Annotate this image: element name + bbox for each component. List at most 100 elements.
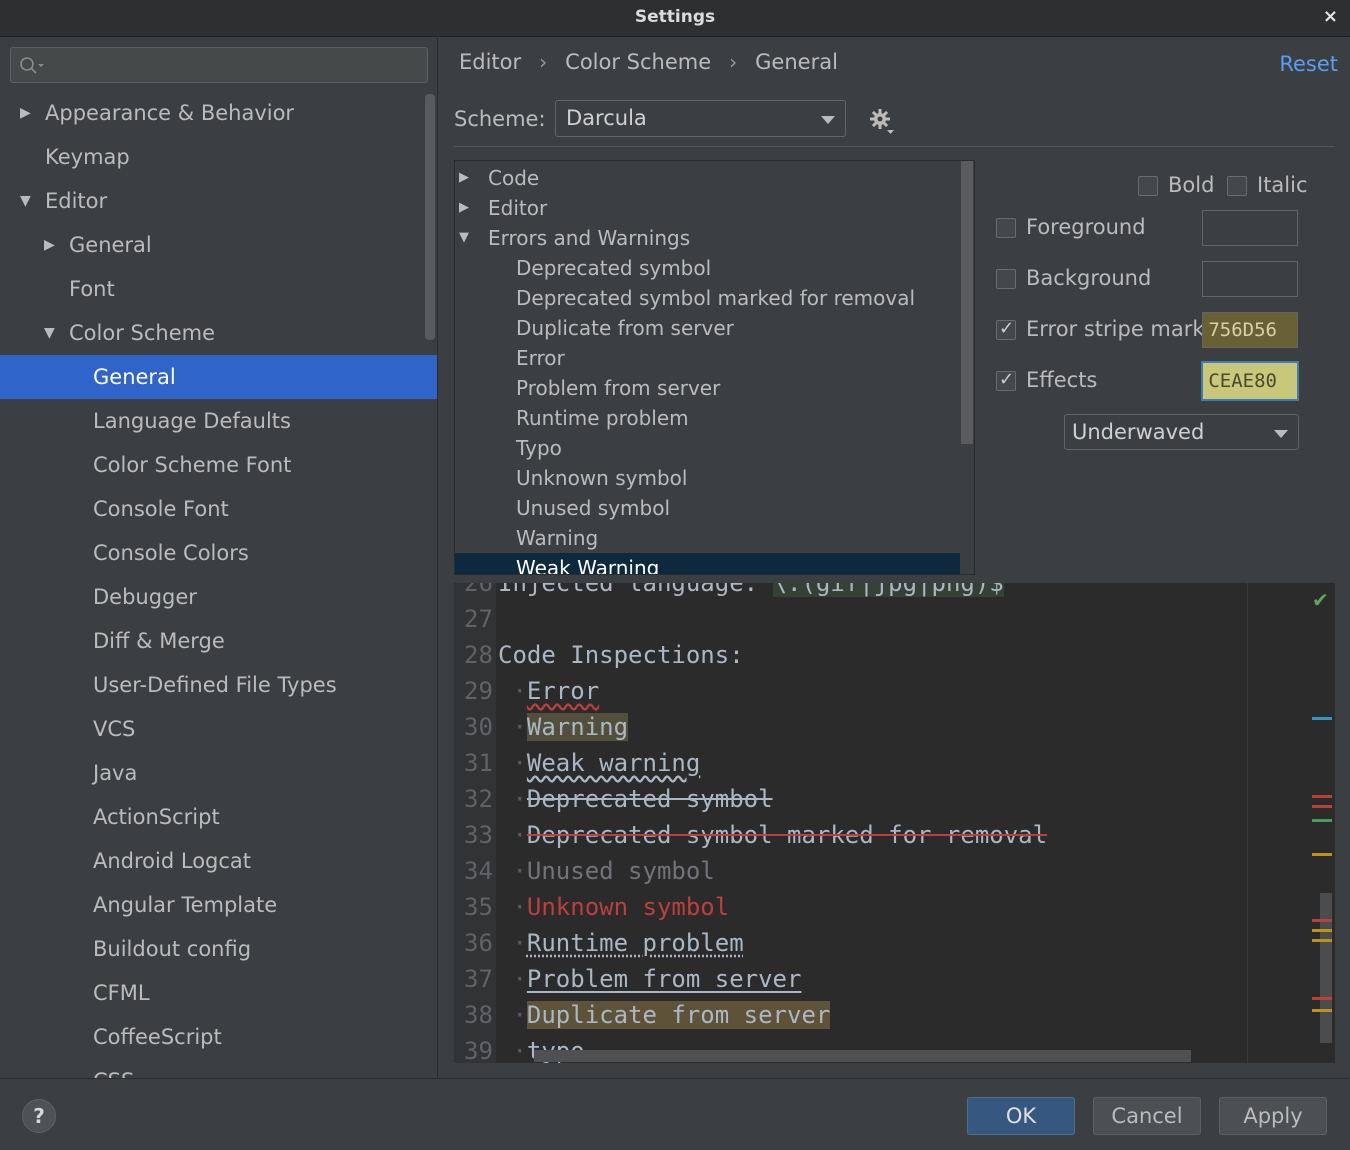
expand-arrow-icon[interactable]: ▶ [44,223,55,267]
sidebar-item[interactable]: Angular Template [0,883,437,927]
attribute-item[interactable]: Warning [455,523,960,553]
sidebar-item[interactable]: General [0,355,437,399]
error-stripe-mark[interactable] [1312,939,1332,942]
close-icon[interactable]: × [1323,6,1338,27]
error-stripe-mark[interactable] [1312,929,1332,932]
code-text: Code Inspections: [498,637,744,673]
scheme-value: Darcula [566,106,647,130]
error-stripe-mark[interactable] [1312,1009,1332,1012]
attribute-item[interactable]: ▶ Editor [455,193,960,223]
line-number: 32 [464,785,493,813]
attribute-item[interactable]: ▼ Errors and Warnings [455,223,960,253]
foreground-color-field[interactable] [1202,210,1298,246]
bold-checkbox[interactable] [1138,176,1158,196]
foreground-checkbox[interactable] [996,218,1016,238]
effects-color-field[interactable]: CEAE80 [1201,361,1299,401]
sidebar-item[interactable]: Language Defaults [0,399,437,443]
sidebar-item[interactable]: Keymap [0,135,437,179]
sidebar-item[interactable]: ▼ Editor [0,179,437,223]
expand-arrow-icon[interactable]: ▶ [20,91,31,135]
code-line: 28 Code Inspections: [454,637,1254,673]
breadcrumb-item-color-scheme[interactable]: Color Scheme [565,50,711,74]
whitespace-marker: · [498,929,527,957]
sidebar-item[interactable]: CoffeeScript [0,1015,437,1059]
sidebar-item-label: Font [69,277,115,301]
sidebar-item-label: Keymap [45,145,130,169]
attribute-item[interactable]: Unknown symbol [455,463,960,493]
sidebar-item[interactable]: ▶ General [0,223,437,267]
error-stripe-mark[interactable] [1312,919,1332,922]
attributes-scrollbar[interactable] [961,161,973,444]
attribute-item[interactable]: Duplicate from server [455,313,960,343]
sidebar-item-label: Buildout config [93,937,252,961]
inspection-ok-icon[interactable]: ✔ [1312,588,1329,612]
error-stripe-mark[interactable] [1312,717,1332,720]
reset-link[interactable]: Reset [1279,52,1338,76]
sidebar-item[interactable]: Android Logcat [0,839,437,883]
expand-arrow-icon[interactable]: ▶ [459,163,469,193]
search-input[interactable] [10,47,428,83]
collapse-arrow-icon[interactable]: ▼ [44,311,55,355]
attribute-item[interactable]: Weak Warning [455,553,960,574]
effects-checkbox[interactable] [996,369,1016,391]
attribute-item[interactable]: Unused symbol [455,493,960,523]
sidebar-item-label: Debugger [93,585,197,609]
sidebar-item[interactable]: CFML [0,971,437,1015]
error-stripe-mark[interactable] [1312,853,1332,856]
code-text: ·Problem from server [498,961,801,997]
code-line: 30 ·Warning [454,709,1254,745]
attribute-item[interactable]: ▶ Code [455,163,960,193]
sidebar-item[interactable]: ActionScript [0,795,437,839]
error-stripe-color-field[interactable]: 756D56 [1202,312,1298,348]
attribute-item[interactable]: Runtime problem [455,403,960,433]
preview-horizontal-scrollbar[interactable] [534,1050,1191,1062]
apply-button[interactable]: Apply [1219,1097,1327,1135]
sidebar-item[interactable]: ▶ Appearance & Behavior [0,91,437,135]
sidebar-item[interactable]: ▼ Color Scheme [0,311,437,355]
background-color-field[interactable] [1202,261,1298,297]
background-checkbox[interactable] [996,269,1016,289]
collapse-arrow-icon[interactable]: ▼ [459,223,469,253]
sidebar-item[interactable]: Debugger [0,575,437,619]
scheme-dropdown[interactable]: Darcula [555,100,846,137]
code-token: Error [526,677,600,705]
color-scheme-preview[interactable]: 26 Injected language: \.(gif|jpg|png)$ 27 2… [454,583,1335,1063]
preview-vertical-scrollbar[interactable] [1320,893,1332,1043]
attribute-item[interactable]: Deprecated symbol [455,253,960,283]
attribute-item[interactable]: Deprecated symbol marked for removal [455,283,960,313]
sidebar-scrollbar[interactable] [425,94,435,340]
italic-checkbox[interactable] [1227,176,1247,196]
cancel-button[interactable]: Cancel [1093,1097,1201,1135]
error-stripe-mark[interactable] [1312,805,1332,808]
gear-icon[interactable] [869,108,895,136]
sidebar-item[interactable]: VCS [0,707,437,751]
sidebar-item[interactable]: Font [0,267,437,311]
help-button[interactable]: ? [22,1099,56,1133]
error-stripe-label: Error stripe mark [1026,317,1205,341]
sidebar-item[interactable]: CSS [0,1059,437,1078]
code-token: Injected language: [498,583,773,597]
error-stripe-mark[interactable] [1312,997,1332,1000]
collapse-arrow-icon[interactable]: ▼ [20,179,31,223]
attribute-item[interactable]: Error [455,343,960,373]
code-token: Code Inspections: [498,641,744,669]
ok-button[interactable]: OK [967,1097,1075,1135]
code-text: ·Deprecated symbol marked for removal [498,817,1047,853]
sidebar-item[interactable]: Java [0,751,437,795]
attribute-item[interactable]: Problem from server [455,373,960,403]
sidebar-item[interactable]: Diff & Merge [0,619,437,663]
sidebar-item[interactable]: User-Defined File Types [0,663,437,707]
sidebar-item[interactable]: Color Scheme Font [0,443,437,487]
error-stripe-mark[interactable] [1312,795,1332,798]
breadcrumb-item-editor[interactable]: Editor [459,50,521,74]
error-stripe-checkbox[interactable] [996,318,1016,340]
sidebar-item-label: CSS [93,1059,134,1078]
sidebar-item[interactable]: Console Colors [0,531,437,575]
sidebar-item[interactable]: Console Font [0,487,437,531]
expand-arrow-icon[interactable]: ▶ [459,193,469,223]
error-stripe-mark[interactable] [1312,819,1332,822]
attribute-item[interactable]: Typo [455,433,960,463]
sidebar-item-label: Color Scheme [69,321,215,345]
effect-type-dropdown[interactable]: Underwaved [1064,414,1299,450]
sidebar-item[interactable]: Buildout config [0,927,437,971]
